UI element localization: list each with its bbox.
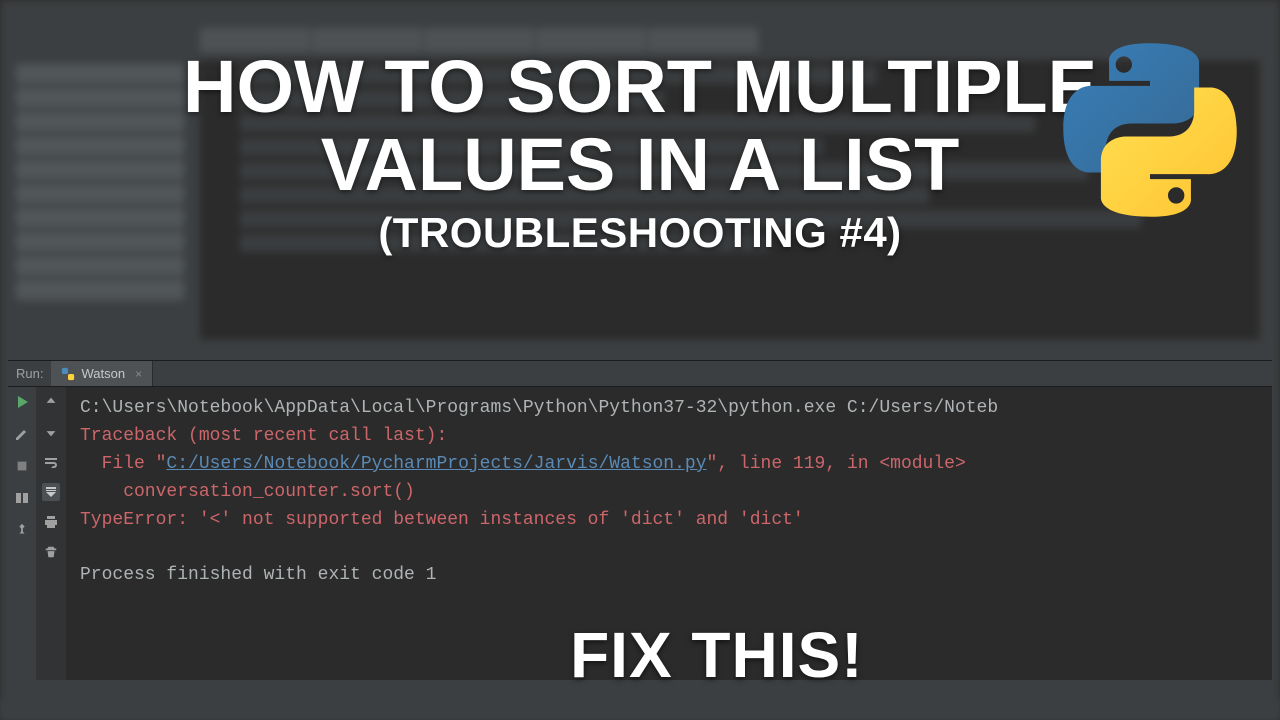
traceback-error-line: TypeError: '<' not supported between ins… [80, 510, 804, 530]
traceback-code-line: conversation_counter.sort() [80, 482, 415, 502]
python-file-icon [61, 367, 75, 381]
up-stack-button[interactable] [42, 393, 60, 411]
fix-this-overlay: FIX THIS! [570, 618, 863, 692]
edit-config-button[interactable] [13, 425, 31, 443]
close-icon[interactable]: × [135, 367, 142, 381]
run-tab-label: Watson [81, 366, 125, 381]
pin-button[interactable] [13, 521, 31, 539]
run-gutter-secondary [36, 387, 66, 680]
print-button[interactable] [42, 513, 60, 531]
exit-code-line: Process finished with exit code 1 [80, 565, 436, 585]
traceback-file-prefix: File " [80, 454, 166, 474]
traceback-file-link[interactable]: C:/Users/Notebook/PycharmProjects/Jarvis… [166, 454, 706, 474]
status-bar [0, 698, 1280, 720]
console-command-line: C:\Users\Notebook\AppData\Local\Programs… [80, 398, 998, 418]
soft-wrap-button[interactable] [42, 453, 60, 471]
run-tab-watson[interactable]: Watson × [51, 361, 153, 386]
run-header: Run: Watson × [8, 361, 1272, 387]
rerun-button[interactable] [13, 393, 31, 411]
run-label: Run: [8, 366, 51, 381]
run-gutter-primary [8, 387, 36, 680]
stop-button[interactable] [13, 457, 31, 475]
layout-button[interactable] [13, 489, 31, 507]
down-stack-button[interactable] [42, 423, 60, 441]
clear-all-button[interactable] [42, 543, 60, 561]
scroll-to-end-button[interactable] [42, 483, 60, 501]
python-logo-icon [1060, 40, 1240, 220]
traceback-file-suffix: ", line 119, in <module> [707, 454, 966, 474]
traceback-header: Traceback (most recent call last): [80, 426, 447, 446]
